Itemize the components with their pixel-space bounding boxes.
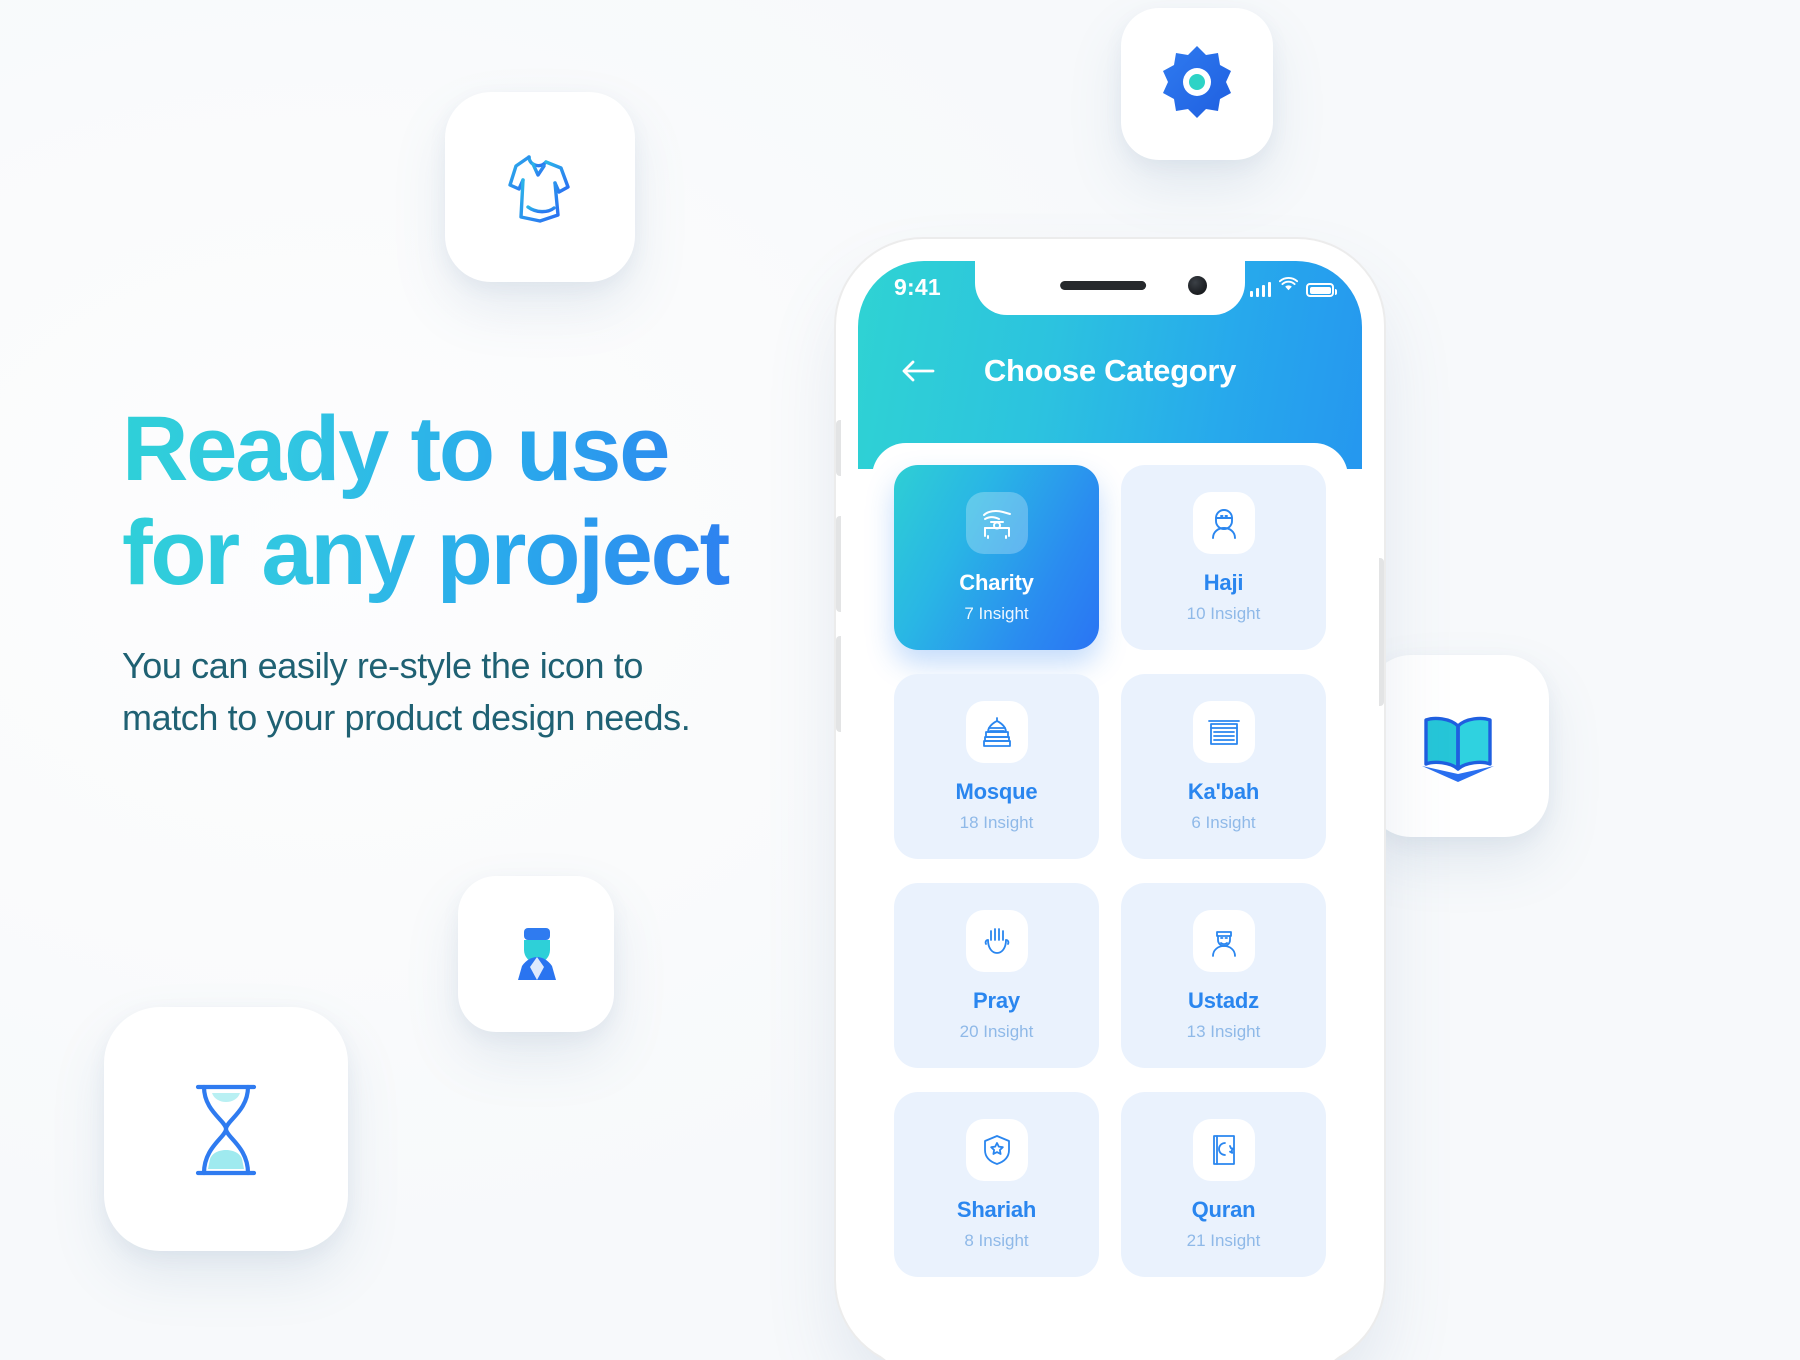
floating-tile-ustadz <box>458 876 614 1032</box>
battery-full-icon <box>1306 283 1337 297</box>
category-card-pray[interactable]: Pray 20 Insight <box>894 883 1099 1068</box>
page-root: Ready to use for any project You can eas… <box>0 0 1800 1360</box>
haji-pilgrim-icon <box>1192 491 1255 554</box>
category-insight: 20 Insight <box>959 1021 1034 1041</box>
status-bar-icons <box>1249 277 1337 297</box>
category-insight: 13 Insight <box>1186 1021 1261 1041</box>
category-title: Ka'bah <box>1187 778 1260 804</box>
category-title: Mosque <box>955 778 1038 804</box>
charity-hand-donation-icon <box>965 491 1028 554</box>
app-header: 9:41 Choose Category <box>858 261 1362 469</box>
category-card-kabah[interactable]: Ka'bah 6 Insight <box>1121 674 1326 859</box>
category-title: Charity <box>959 569 1034 595</box>
islamic-star-gear-icon <box>1156 43 1238 125</box>
status-bar: 9:41 <box>858 261 1362 315</box>
category-insight: 18 Insight <box>959 812 1034 832</box>
category-insight: 6 Insight <box>1191 812 1256 832</box>
phone-volume-down-button <box>836 636 841 732</box>
category-title: Haji <box>1203 569 1244 595</box>
category-title: Quran <box>1191 1196 1256 1222</box>
cellular-signal-icon <box>1249 281 1271 297</box>
screen-title: Choose Category <box>983 353 1237 388</box>
category-card-charity[interactable]: Charity 7 Insight <box>894 465 1099 650</box>
ustadz-icon <box>494 912 578 996</box>
hero-copy: Ready to use for any project You can eas… <box>122 398 882 744</box>
quran-book-icon <box>1192 1118 1255 1181</box>
category-insight: 10 Insight <box>1186 603 1261 623</box>
quran-book-icon <box>1408 696 1508 796</box>
category-card-ustadz[interactable]: Ustadz 13 Insight <box>1121 883 1326 1068</box>
category-insight: 8 Insight <box>964 1230 1029 1250</box>
phone-volume-up-button <box>836 516 841 612</box>
category-title: Pray <box>973 987 1020 1013</box>
page-title: Ready to use for any project <box>122 398 882 606</box>
praying-hands-icon <box>965 909 1028 972</box>
kabah-icon <box>1192 700 1255 763</box>
floating-tile-quran <box>1367 655 1549 837</box>
floating-tile-islamic-star <box>1121 8 1273 160</box>
category-card-mosque[interactable]: Mosque 18 Insight <box>894 674 1099 859</box>
mosque-dome-icon <box>965 700 1028 763</box>
category-card-quran[interactable]: Quran 21 Insight <box>1121 1092 1326 1277</box>
ustadz-teacher-icon <box>1192 909 1255 972</box>
phone-power-button <box>1379 558 1384 706</box>
phone-mute-switch <box>836 420 841 476</box>
thobe-icon <box>488 135 592 239</box>
category-insight: 7 Insight <box>964 603 1029 623</box>
phone-mockup: 9:41 Choose Category Charity 7 Insight H… <box>836 248 1384 1360</box>
category-title: Shariah <box>956 1196 1037 1222</box>
category-insight: 21 Insight <box>1186 1230 1261 1250</box>
hero-subcopy: You can easily re-style the icon to matc… <box>122 644 691 739</box>
wifi-icon <box>1278 277 1299 297</box>
category-card-shariah[interactable]: Shariah 8 Insight <box>894 1092 1099 1277</box>
status-bar-clock: 9:41 <box>894 274 941 300</box>
floating-tile-thobe <box>445 92 635 282</box>
floating-tile-hourglass <box>104 1007 348 1251</box>
category-grid: Charity 7 Insight Haji 10 Insight Mosque… <box>894 465 1326 1277</box>
content-sheet: Charity 7 Insight Haji 10 Insight Mosque… <box>872 443 1348 1360</box>
hourglass-icon <box>160 1063 292 1195</box>
shariah-shield-icon <box>965 1118 1028 1181</box>
navigation-bar: Choose Category <box>858 349 1362 393</box>
phone-screen: 9:41 Choose Category Charity 7 Insight H… <box>858 261 1362 1360</box>
back-arrow-icon[interactable] <box>896 349 940 393</box>
category-card-haji[interactable]: Haji 10 Insight <box>1121 465 1326 650</box>
category-title: Ustadz <box>1188 987 1259 1013</box>
